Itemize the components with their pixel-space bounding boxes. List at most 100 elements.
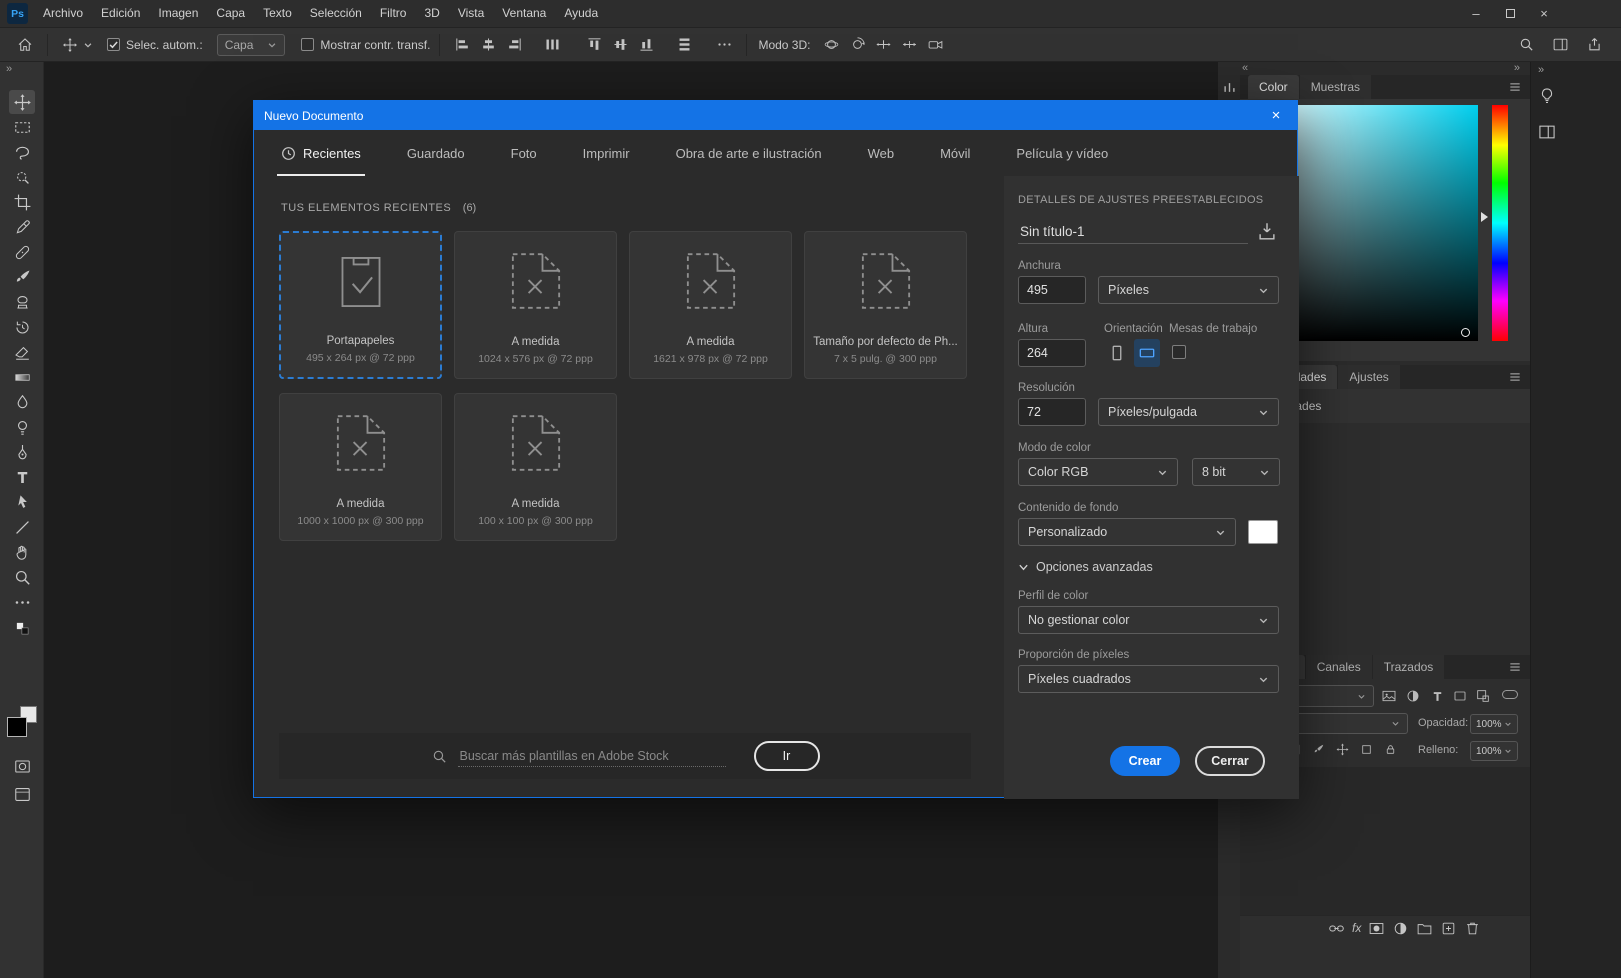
move-tool-option[interactable] [57,32,83,58]
tab-ajustes[interactable]: Ajustes [1338,365,1399,389]
layer-filter-toggle[interactable] [1502,690,1518,699]
close-button[interactable]: × [1527,0,1561,27]
artboards-checkbox[interactable] [1172,345,1186,359]
advanced-options-toggle[interactable]: Opciones avanzadas [1018,560,1153,574]
auto-select-checkbox[interactable] [107,38,120,51]
eraser-tool[interactable] [9,340,35,364]
edit-toolbar-button[interactable] [9,590,35,614]
menu-capa[interactable]: Capa [207,0,254,27]
menu-seleccion[interactable]: Selección [301,0,371,27]
tab-movil[interactable]: Móvil [940,130,970,176]
dialog-close-icon[interactable]: × [1265,107,1287,124]
distribute-vertical-button[interactable] [671,32,697,58]
clone-stamp-tool[interactable] [9,290,35,314]
menu-ventana[interactable]: Ventana [493,0,555,27]
filter-smart-objects-icon[interactable] [1474,687,1492,705]
menu-edicion[interactable]: Edición [92,0,149,27]
save-preset-button[interactable] [1254,218,1280,244]
layer-effects-icon[interactable]: fx [1352,921,1361,935]
path-selection-tool[interactable] [9,490,35,514]
dock-collapse-right-icon[interactable]: » [1514,62,1520,75]
align-middle-button[interactable] [607,32,633,58]
default-colors-button[interactable] [9,620,35,636]
go-button[interactable]: Ir [754,741,820,771]
background-select[interactable]: Personalizado [1018,518,1236,546]
maximize-button[interactable] [1493,0,1527,27]
width-input[interactable] [1018,276,1086,304]
menu-filtro[interactable]: Filtro [371,0,416,27]
bit-depth-select[interactable]: 8 bit [1192,458,1280,486]
dock-collapse-left-icon[interactable]: « [1242,62,1248,75]
menu-vista[interactable]: Vista [449,0,493,27]
lock-pixels-icon[interactable] [1309,740,1327,758]
properties-panel-menu-icon[interactable] [1508,370,1522,384]
filter-shape-layers-icon[interactable] [1451,687,1469,705]
learn-lightbulb-icon[interactable] [1537,86,1557,106]
dodge-tool[interactable] [9,415,35,439]
tab-recientes[interactable]: Recientes [281,130,361,176]
align-top-button[interactable] [581,32,607,58]
history-brush-tool[interactable] [9,315,35,339]
eyedropper-tool[interactable] [9,215,35,239]
screen-mode-button[interactable] [9,782,35,806]
preset-card-a-medida-4[interactable]: A medida 100 x 100 px @ 300 ppp [454,393,617,541]
close-dialog-button[interactable]: Cerrar [1195,746,1265,776]
background-color-swatch[interactable] [1248,520,1278,544]
tab-obra-de-arte[interactable]: Obra de arte e ilustración [676,130,822,176]
menu-3d[interactable]: 3D [415,0,448,27]
gradient-tool[interactable] [9,365,35,389]
distribute-horizontal-button[interactable] [539,32,565,58]
zoom-tool[interactable] [9,565,35,589]
3d-roll-button[interactable] [844,32,870,58]
3d-slide-button[interactable] [896,32,922,58]
align-bottom-button[interactable] [633,32,659,58]
lock-position-icon[interactable] [1333,740,1351,758]
tab-canales[interactable]: Canales [1306,655,1372,679]
resolution-unit-select[interactable]: Píxeles/pulgada [1098,398,1279,426]
menu-ayuda[interactable]: Ayuda [555,0,607,27]
hue-slider[interactable] [1492,105,1508,341]
preset-card-a-medida-1[interactable]: A medida 1024 x 576 px @ 72 ppp [454,231,617,379]
auto-select-target-select[interactable]: Capa [217,34,286,56]
tab-muestras[interactable]: Muestras [1300,75,1371,99]
panel-group-icon[interactable] [1537,122,1557,142]
tab-foto[interactable]: Foto [511,130,537,176]
chevron-down-icon[interactable] [83,40,93,50]
healing-brush-tool[interactable] [9,240,35,264]
quick-mask-mode-button[interactable] [9,754,35,778]
hue-slider-marker[interactable] [1481,212,1488,222]
marquee-tool[interactable] [9,115,35,139]
orientation-landscape-button[interactable] [1134,339,1160,367]
document-name-input[interactable] [1018,220,1248,244]
lock-artboard-icon[interactable] [1357,740,1375,758]
tab-trazados[interactable]: Trazados [1373,655,1445,679]
fill-input[interactable]: 100% [1470,741,1518,761]
pen-tool[interactable] [9,440,35,464]
brush-tool[interactable] [9,265,35,289]
filter-pixel-layers-icon[interactable] [1380,687,1398,705]
lasso-tool[interactable] [9,140,35,164]
3d-pan-button[interactable] [870,32,896,58]
delete-layer-icon[interactable] [1464,920,1481,937]
more-align-options-button[interactable] [711,32,737,58]
dialog-titlebar[interactable]: Nuevo Documento × [254,101,1297,130]
resolution-input[interactable] [1018,398,1086,426]
line-tool[interactable] [9,515,35,539]
type-tool[interactable] [9,465,35,489]
collapsed-panel-icon[interactable] [1218,80,1240,95]
toolbar-collapse-icon[interactable]: » [6,63,12,75]
create-button[interactable]: Crear [1110,746,1180,776]
3d-camera-button[interactable] [922,32,948,58]
menu-imagen[interactable]: Imagen [149,0,207,27]
height-input[interactable] [1018,339,1086,367]
opacity-input[interactable]: 100% [1470,714,1518,734]
quick-selection-tool[interactable] [9,165,35,189]
tab-color[interactable]: Color [1248,75,1299,99]
preset-card-tamano-por-defecto[interactable]: Tamaño por defecto de Ph... 7 x 5 pulg. … [804,231,967,379]
show-transform-checkbox[interactable] [301,38,314,51]
menu-texto[interactable]: Texto [254,0,301,27]
crop-tool[interactable] [9,190,35,214]
color-panel-menu-icon[interactable] [1508,80,1522,94]
fardock-collapse-icon[interactable]: » [1538,64,1544,77]
color-profile-select[interactable]: No gestionar color [1018,606,1279,634]
